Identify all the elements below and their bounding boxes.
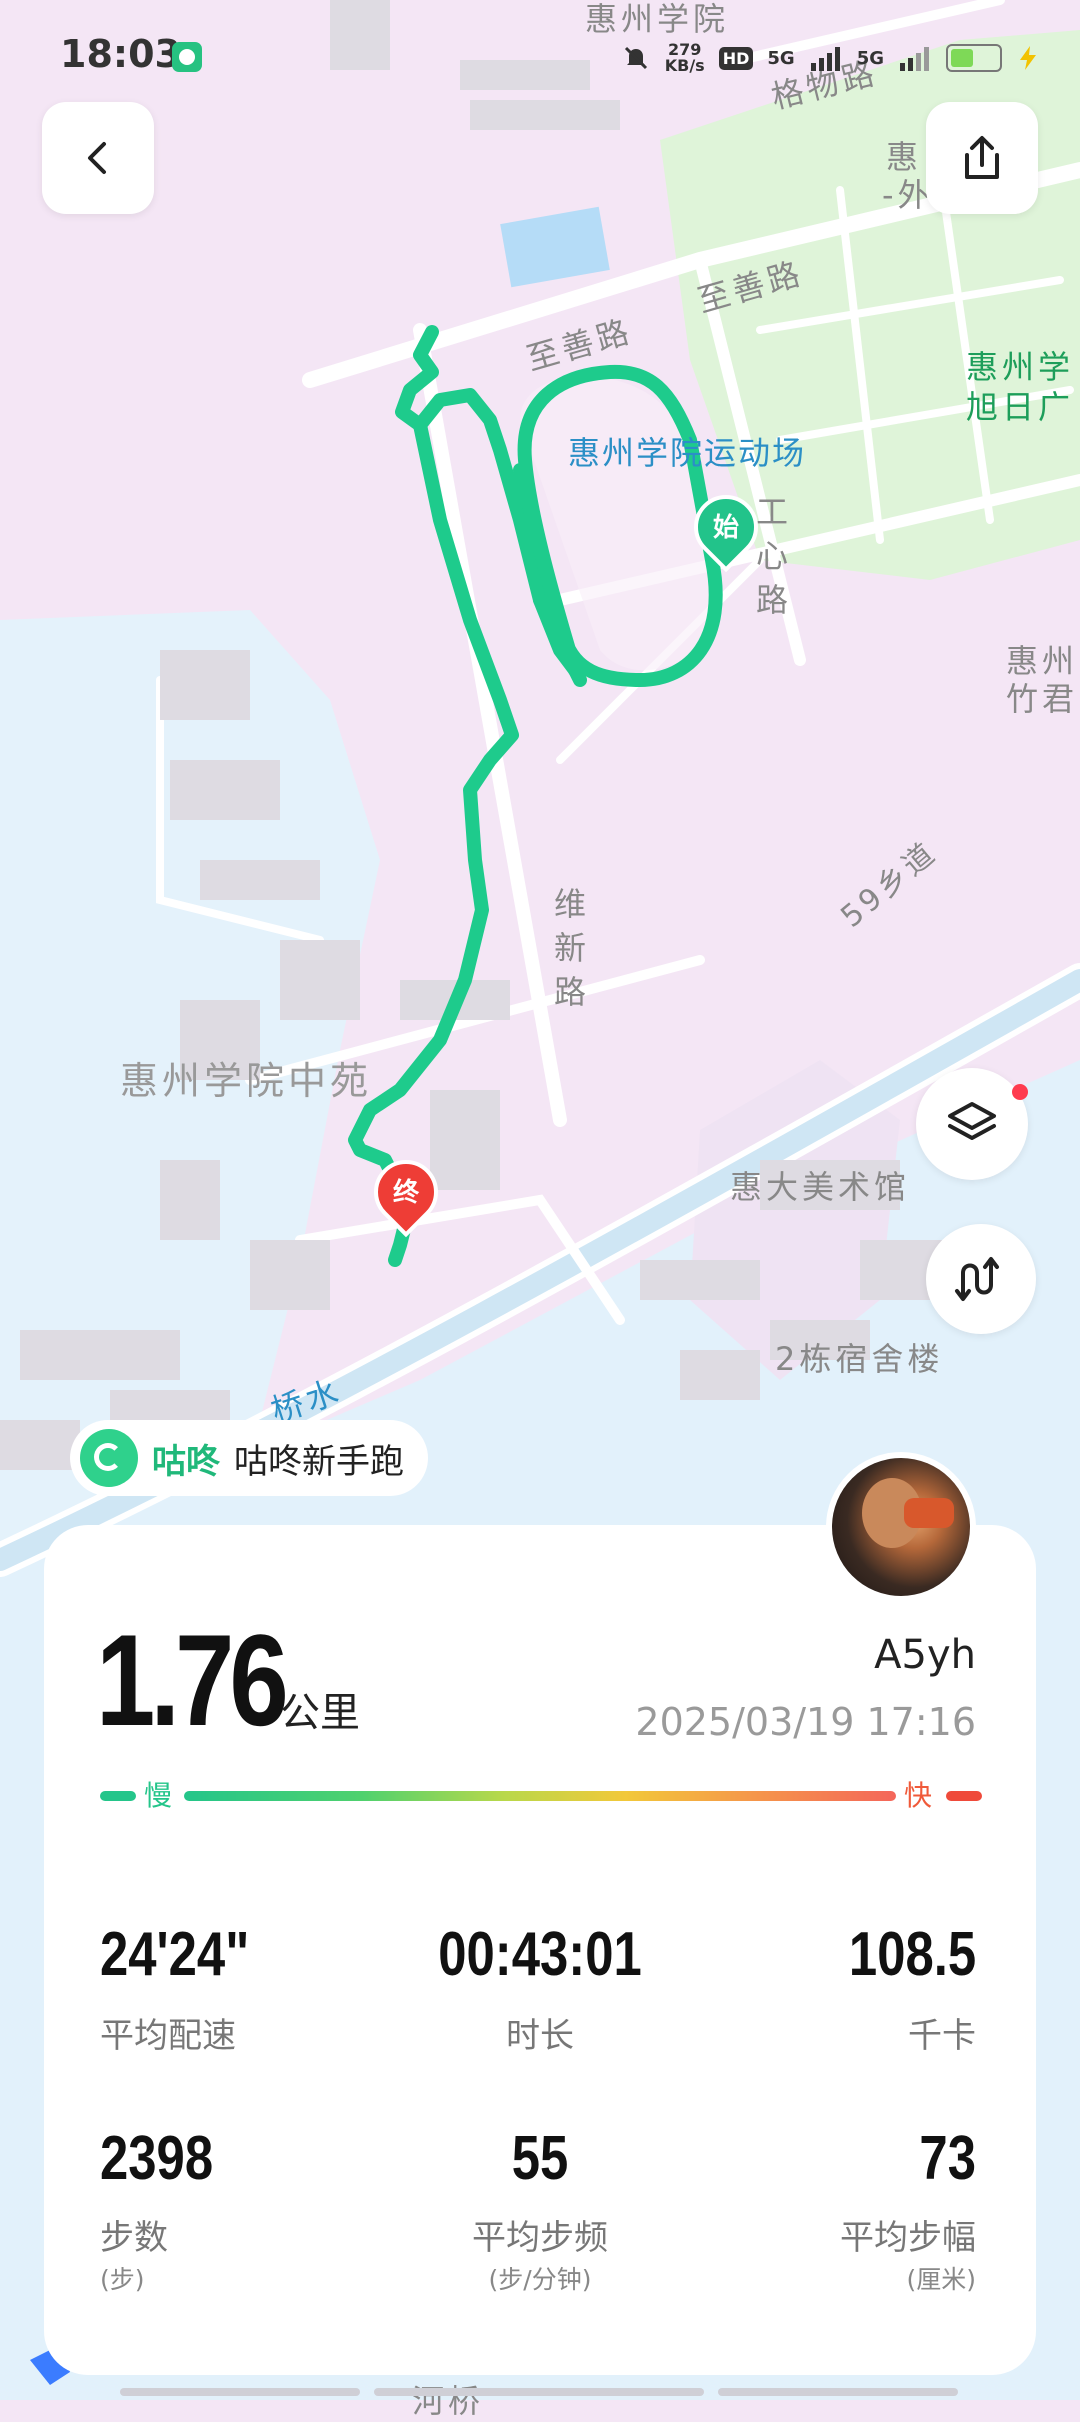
stat-steps-value: 2398: [100, 2124, 214, 2193]
user-name: A5yh: [874, 1632, 976, 1678]
distance-unit: 公里: [280, 1690, 360, 1736]
start-marker-label: 始: [712, 513, 739, 543]
route-wave-icon: [955, 1257, 999, 1301]
charging-icon: [1020, 46, 1036, 70]
map-label-zhongyuan: 惠州学院中苑: [120, 1059, 373, 1103]
map-label-dorm: 2栋宿舍楼: [775, 1340, 944, 1378]
stat-stride-label: 平均步幅: [840, 2218, 976, 2258]
page-indicator-1: [120, 2388, 360, 2396]
stat-avg-pace-value: 24'24": [100, 1920, 250, 1989]
app-notification-icon: [172, 42, 202, 72]
stat-duration-value: 00:43:01: [438, 1920, 642, 1989]
stat-duration-label: 时长: [506, 2016, 574, 2056]
stat-cadence-value: 55: [511, 2124, 569, 2193]
stat-steps-label: 步数: [100, 2218, 168, 2258]
avatar-image: [832, 1458, 970, 1596]
back-button[interactable]: [42, 102, 154, 214]
stat-calories-label: 千卡: [908, 2016, 976, 2056]
page-indicator-3: [718, 2388, 958, 2396]
pace-slow-label: 慢: [144, 1779, 173, 1812]
activity-datetime: 2025/03/19 17:16: [635, 1700, 976, 1744]
layers-icon: [948, 1102, 996, 1140]
share-icon: [965, 136, 999, 179]
signal-2-label: 5G: [856, 47, 884, 69]
share-button[interactable]: [926, 102, 1038, 214]
pace-bar-fast-cap: [946, 1791, 982, 1801]
source-tag[interactable]: 咕咚 咕咚新手跑: [70, 1420, 428, 1496]
source-activity-name: 咕咚新手跑: [234, 1441, 404, 1482]
map-label-stadium: 惠州学院运动场: [568, 434, 807, 472]
map-label-river-2: 河桥: [412, 2382, 485, 2420]
map-label-art-building: 惠大美术馆: [730, 1168, 911, 1206]
end-marker-label: 终: [392, 1178, 419, 1208]
map-label-gongxin-road: 工心路: [755, 493, 788, 619]
battery-icon: [946, 44, 1002, 72]
source-brand: 咕咚: [152, 1441, 220, 1482]
net-speed-unit: KB/s: [664, 56, 705, 75]
pace-legend-bar: 慢 快: [100, 1779, 982, 1812]
status-bar: 18:03 279 KB/s HD 5G 5G: [0, 0, 1080, 110]
map-layers-button[interactable]: [916, 1068, 1028, 1180]
distance-value: 1.76: [96, 1607, 289, 1753]
layers-notification-dot: [1012, 1084, 1028, 1100]
map-label-weixin-road: 维新路: [553, 885, 586, 1011]
signal-icon-2: [900, 47, 929, 71]
page-indicator-2: [374, 2388, 704, 2396]
stat-stride-unit: (厘米): [906, 2265, 976, 2294]
stat-stride-value: 73: [919, 2124, 976, 2193]
net-speed: 279 KB/s: [665, 42, 705, 74]
chevron-left-icon: [88, 142, 106, 174]
map-label-zhu-2: 竹君: [1006, 680, 1079, 718]
stat-calories-value: 108.5: [848, 1920, 976, 1989]
pace-bar-gradient: [184, 1791, 896, 1801]
stat-cadence-label: 平均步频: [472, 2218, 608, 2258]
hd-badge: HD: [718, 46, 754, 70]
mute-bell-icon: [624, 46, 647, 70]
status-icons: 279 KB/s HD 5G 5G: [621, 38, 1040, 78]
status-time: 18:03: [60, 32, 181, 76]
map-label-xu-2: 旭日广: [966, 388, 1075, 426]
stat-steps-unit: (步): [100, 2265, 145, 2294]
pace-fast-label: 快: [904, 1779, 933, 1812]
codoon-logo-icon: [80, 1429, 138, 1487]
signal-1-label: 5G: [767, 47, 795, 69]
route-playback-button[interactable]: [926, 1224, 1036, 1334]
signal-icon: [810, 47, 840, 71]
stat-cadence-unit: (步/分钟): [488, 2265, 592, 2294]
pace-bar-slow-cap: [100, 1791, 136, 1801]
avatar[interactable]: [826, 1452, 976, 1602]
stat-avg-pace-label: 平均配速: [100, 2016, 236, 2056]
